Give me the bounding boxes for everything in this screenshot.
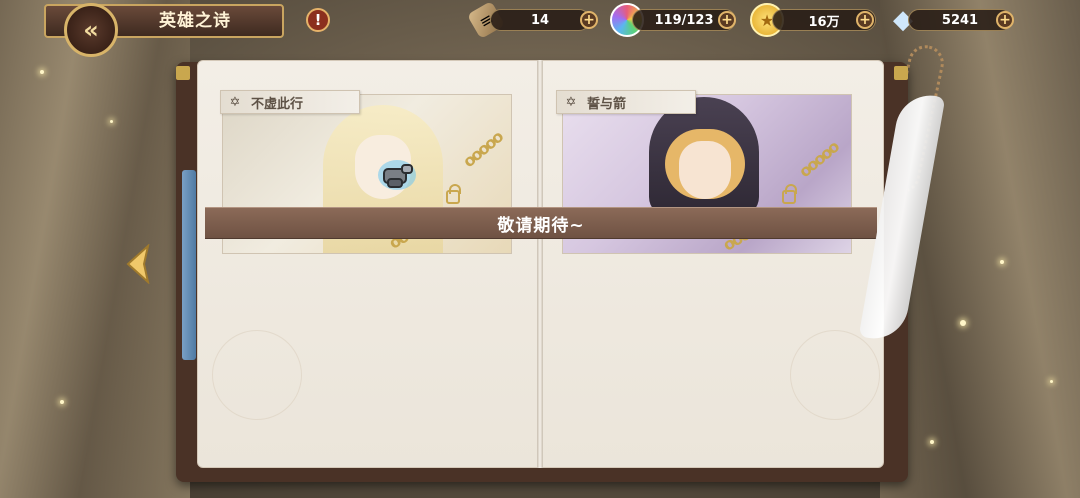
chapter-title-left: 不虚此行 bbox=[251, 96, 304, 112]
background-curtain-left bbox=[0, 0, 190, 498]
hero-portrait-face bbox=[679, 141, 731, 199]
corner-tab bbox=[894, 66, 908, 80]
sparkle bbox=[1000, 260, 1004, 264]
chapter-title-right: 誓与箭 bbox=[587, 96, 627, 112]
book-spine bbox=[537, 60, 543, 468]
add-gold-button[interactable]: + bbox=[856, 11, 874, 29]
page-decoration bbox=[212, 330, 302, 420]
left-arrow-icon[interactable] bbox=[124, 244, 152, 284]
sparkle bbox=[110, 120, 113, 123]
sparkle bbox=[1050, 380, 1053, 383]
sparkle bbox=[930, 440, 934, 444]
gold-value: 16万 bbox=[808, 14, 840, 30]
info-button[interactable]: ! bbox=[306, 8, 330, 32]
back-button[interactable]: « bbox=[64, 3, 118, 57]
diamond-value: 5241 bbox=[941, 12, 979, 28]
add-ticket-button[interactable]: + bbox=[580, 11, 598, 29]
page-decoration bbox=[790, 330, 880, 420]
crystal-value: 119/123 bbox=[654, 12, 714, 28]
sparkle bbox=[60, 400, 64, 404]
add-crystal-button[interactable]: + bbox=[718, 11, 736, 29]
lock-icon bbox=[446, 184, 461, 204]
bookmark-ribbon bbox=[182, 170, 196, 360]
hand-pointer-icon bbox=[378, 160, 416, 190]
star-icon: ✡ bbox=[229, 94, 241, 110]
corner-tab bbox=[176, 66, 190, 80]
star-icon: ✡ bbox=[565, 94, 577, 110]
ticket-counter: 14 bbox=[490, 9, 590, 31]
ticket-value: 14 bbox=[530, 12, 550, 28]
add-diamond-button[interactable]: + bbox=[996, 11, 1014, 29]
coming-soon-banner: 敬请期待~ bbox=[205, 207, 877, 239]
lock-icon bbox=[782, 184, 797, 204]
chapter-label-left: ✡ 不虚此行 bbox=[220, 90, 360, 114]
sparkle bbox=[40, 70, 44, 74]
chapter-label-right: ✡ 誓与箭 bbox=[556, 90, 696, 114]
back-arrow-icon: « bbox=[83, 16, 99, 44]
sparkle bbox=[960, 320, 966, 326]
page-title: 英雄之诗 bbox=[159, 11, 231, 31]
